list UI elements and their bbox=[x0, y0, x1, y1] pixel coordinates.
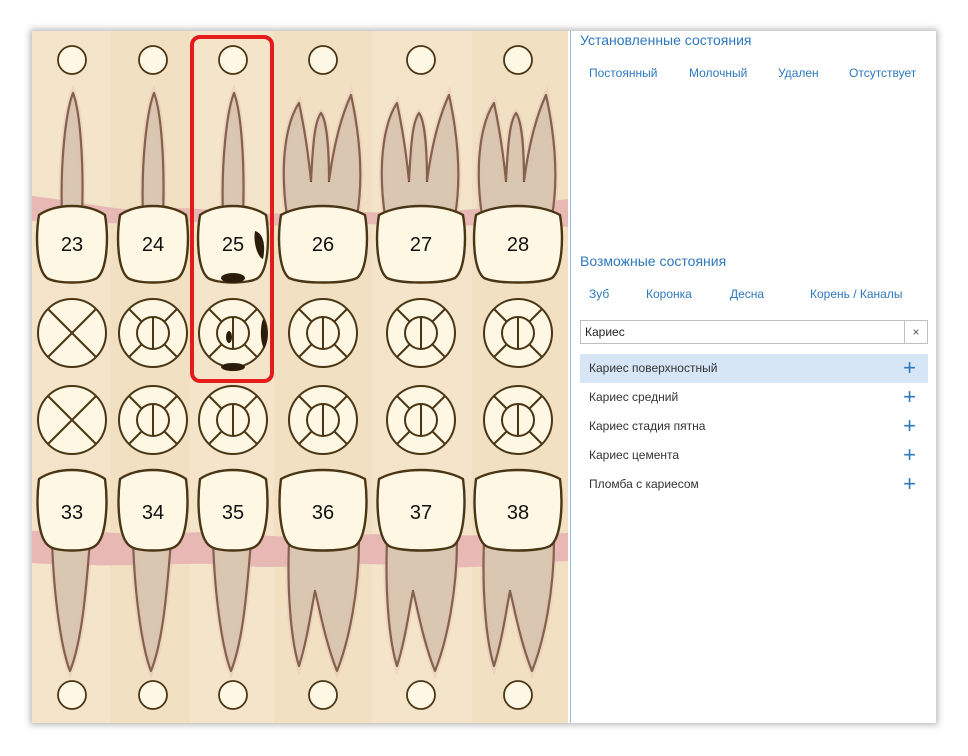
tooth-marker-36[interactable] bbox=[308, 680, 338, 710]
condition-item[interactable]: Кариес средний + bbox=[580, 383, 928, 412]
tooth-number-27: 27 bbox=[410, 234, 432, 256]
add-icon[interactable]: + bbox=[903, 470, 916, 498]
tooth-number-23: 23 bbox=[61, 234, 83, 256]
possible-conditions-title: Возможные состояния bbox=[580, 253, 727, 269]
add-icon[interactable]: + bbox=[903, 441, 916, 469]
occlusal-view-36[interactable] bbox=[288, 385, 358, 455]
app-window: 23 24 25 26 27 28 33 34 35 36 37 38 Установленные с… bbox=[32, 31, 936, 723]
add-icon[interactable]: + bbox=[903, 354, 916, 382]
tooth-marker-38[interactable] bbox=[503, 680, 533, 710]
condition-item-label: Кариес поверхностный bbox=[589, 361, 718, 375]
tab-permanent[interactable]: Постоянный bbox=[589, 66, 657, 80]
tooth-number-25: 25 bbox=[222, 234, 244, 256]
condition-list: Кариес поверхностный + Кариес средний + Кари… bbox=[580, 354, 928, 499]
tab-gum[interactable]: Десна bbox=[730, 287, 764, 301]
tooth-number-24: 24 bbox=[142, 234, 164, 256]
tab-primary[interactable]: Молочный bbox=[689, 66, 747, 80]
condition-item[interactable]: Пломба с кариесом + bbox=[580, 470, 928, 499]
condition-item-label: Пломба с кариесом bbox=[589, 477, 699, 491]
occlusal-view-37[interactable] bbox=[386, 385, 456, 455]
tooth-28[interactable]: 28 bbox=[472, 85, 564, 284]
tooth-marker-24[interactable] bbox=[138, 45, 168, 75]
occlusal-view-34[interactable] bbox=[118, 385, 188, 455]
tooth-marker-35[interactable] bbox=[218, 680, 248, 710]
tooth-number-37: 37 bbox=[410, 502, 432, 524]
tooth-marker-27[interactable] bbox=[406, 45, 436, 75]
tooth-marker-28[interactable] bbox=[503, 45, 533, 75]
tab-tooth[interactable]: Зуб bbox=[589, 287, 609, 301]
caries-mark-occlusal bbox=[221, 363, 245, 371]
tooth-marker-25[interactable] bbox=[218, 45, 248, 75]
tab-absent[interactable]: Отсутствует bbox=[849, 66, 916, 80]
tooth-marker-33[interactable] bbox=[57, 680, 87, 710]
condition-item[interactable]: Кариес стадия пятна + bbox=[580, 412, 928, 441]
occlusal-view-33[interactable] bbox=[37, 385, 107, 455]
add-icon[interactable]: + bbox=[903, 383, 916, 411]
caries-mark-crown bbox=[221, 273, 245, 283]
clear-search-icon[interactable]: × bbox=[904, 321, 927, 343]
add-icon[interactable]: + bbox=[903, 412, 916, 440]
tooth-number-35: 35 bbox=[222, 502, 244, 524]
caries-mark-occlusal bbox=[226, 331, 232, 343]
tooth-number-34: 34 bbox=[142, 502, 164, 524]
installed-conditions-title: Установленные состояния bbox=[580, 32, 752, 48]
occlusal-view-35[interactable] bbox=[198, 385, 268, 455]
condition-search-input[interactable] bbox=[581, 321, 903, 343]
condition-search-box: × bbox=[580, 320, 928, 344]
tooth-number-28: 28 bbox=[507, 234, 529, 256]
tooth-marker-23[interactable] bbox=[57, 45, 87, 75]
conditions-panel: Установленные состояния Постоянный Молоч… bbox=[572, 31, 936, 723]
panel-divider bbox=[570, 31, 571, 723]
condition-item[interactable]: Кариес поверхностный + bbox=[580, 354, 928, 383]
tooth-marker-34[interactable] bbox=[138, 680, 168, 710]
occlusal-view-27[interactable] bbox=[386, 298, 456, 368]
tooth-number-26: 26 bbox=[312, 234, 334, 256]
condition-item-label: Кариес средний bbox=[589, 390, 679, 404]
tooth-marker-37[interactable] bbox=[406, 680, 436, 710]
dental-chart: 23 24 25 26 27 28 33 34 35 36 37 38 bbox=[32, 31, 568, 723]
condition-item-label: Кариес цемента bbox=[589, 448, 680, 462]
dental-chart-canvas: 23 24 25 26 27 28 33 34 35 36 37 38 bbox=[32, 31, 568, 723]
tab-crown[interactable]: Коронка bbox=[646, 287, 692, 301]
occlusal-view-23[interactable] bbox=[37, 298, 107, 368]
condition-item[interactable]: Кариес цемента + bbox=[580, 441, 928, 470]
tooth-number-38: 38 bbox=[507, 502, 529, 524]
occlusal-view-24[interactable] bbox=[118, 298, 188, 368]
tooth-number-36: 36 bbox=[312, 502, 334, 524]
occlusal-view-26[interactable] bbox=[288, 298, 358, 368]
tooth-26[interactable]: 26 bbox=[277, 85, 369, 284]
tooth-number-33: 33 bbox=[61, 502, 83, 524]
tab-root-canals[interactable]: Корень / Каналы bbox=[810, 287, 902, 301]
occlusal-view-38[interactable] bbox=[483, 385, 553, 455]
occlusal-view-25[interactable] bbox=[198, 298, 268, 368]
tooth-27[interactable]: 27 bbox=[375, 85, 467, 284]
occlusal-view-28[interactable] bbox=[483, 298, 553, 368]
tooth-marker-26[interactable] bbox=[308, 45, 338, 75]
condition-item-label: Кариес стадия пятна bbox=[589, 419, 706, 433]
tab-removed[interactable]: Удален bbox=[778, 66, 819, 80]
